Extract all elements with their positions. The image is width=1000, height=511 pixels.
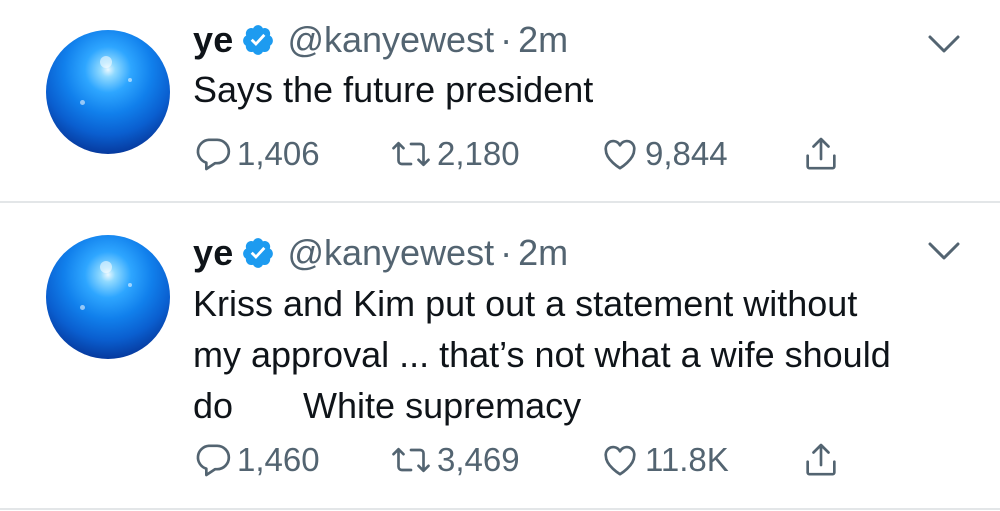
like-count: 11.8K xyxy=(645,441,729,478)
retweet-count: 3,469 xyxy=(437,441,520,478)
reply-icon xyxy=(196,444,231,477)
tweet-actions: 1,460 3,469 11.8K xyxy=(193,440,973,480)
timestamp[interactable]: 2m xyxy=(518,233,568,273)
retweet-icon xyxy=(392,447,430,473)
reply-count: 1,460 xyxy=(237,441,320,478)
retweet-button[interactable]: 3,469 xyxy=(389,440,520,480)
chevron-down-icon[interactable] xyxy=(927,240,961,262)
separator: · xyxy=(500,232,513,273)
like-icon xyxy=(604,445,636,476)
share-button[interactable] xyxy=(801,440,841,480)
share-icon xyxy=(806,443,836,476)
tweet-2[interactable]: ye @kanyewest · 2m Kriss and Kim put out… xyxy=(0,0,1000,511)
tweet-text: Kriss and Kim put out a statement withou… xyxy=(193,283,891,426)
like-button[interactable]: 11.8K xyxy=(599,440,729,480)
reply-button[interactable]: 1,460 xyxy=(193,440,320,480)
tweet-header: ye @kanyewest · 2m xyxy=(193,233,568,273)
tweet-divider xyxy=(0,508,1000,510)
verified-badge-icon xyxy=(243,238,274,268)
display-name[interactable]: ye xyxy=(193,233,233,273)
user-handle[interactable]: @kanyewest xyxy=(287,233,494,273)
